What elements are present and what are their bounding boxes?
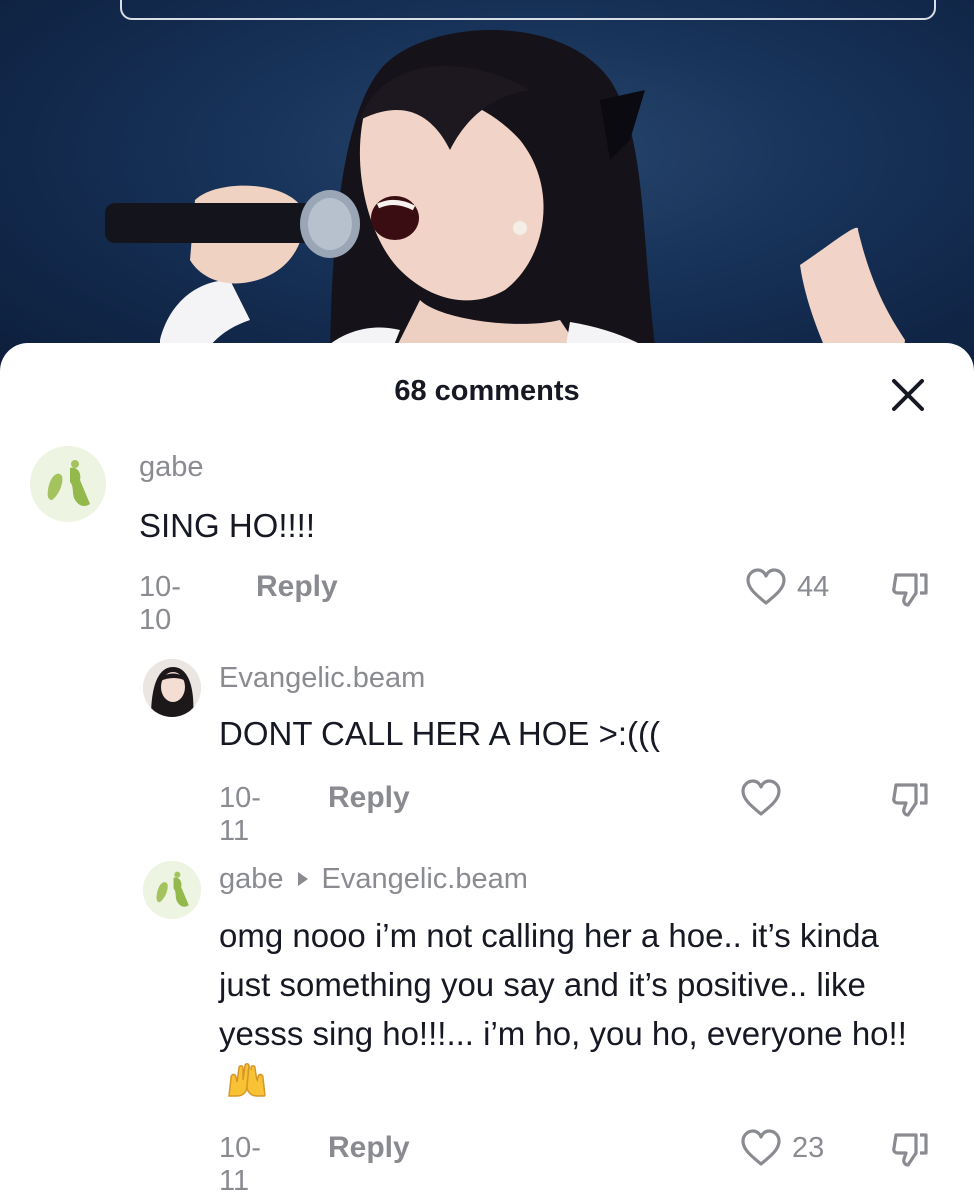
comment-date: 10-11: [219, 782, 261, 847]
avatar[interactable]: [143, 861, 201, 919]
avatar[interactable]: [143, 659, 201, 717]
reply-button[interactable]: Reply: [328, 781, 410, 815]
dislike-icon: [892, 783, 928, 817]
comment-username[interactable]: Evangelic.beam: [219, 662, 425, 695]
comment-username[interactable]: gabe: [139, 451, 204, 484]
dislike-button[interactable]: [890, 569, 930, 614]
avatar[interactable]: [30, 446, 106, 522]
raising-hands-emoji: [225, 1060, 269, 1113]
close-icon: [892, 379, 924, 411]
like-count: 23: [792, 1132, 825, 1164]
like-count: 44: [797, 571, 830, 603]
comment-text: DONT CALL HER A HOE >:(((: [219, 715, 661, 752]
dislike-icon: [892, 1133, 928, 1167]
heart-icon: [746, 568, 786, 605]
comment-text: omg nooo i’m not calling her a hoe.. it’…: [219, 917, 907, 1052]
reply-button[interactable]: Reply: [328, 1131, 410, 1165]
like-button[interactable]: [740, 779, 782, 822]
like-button[interactable]: [740, 1129, 782, 1172]
comment-date: 10-10: [139, 571, 181, 636]
dislike-button[interactable]: [890, 779, 930, 824]
comment-text: SING HO!!!!: [139, 507, 316, 544]
reply-button[interactable]: Reply: [256, 570, 338, 604]
heart-icon: [741, 1129, 781, 1166]
comment-date: 10-11: [219, 1132, 261, 1197]
like-button[interactable]: [745, 568, 787, 611]
reply-to-username[interactable]: Evangelic.beam: [322, 863, 528, 895]
reply-arrow-icon: [297, 872, 308, 887]
avatar-image: [143, 659, 201, 717]
comments-count-title: 68 comments: [394, 375, 580, 407]
avatar-image: [143, 861, 201, 919]
avatar-image: [30, 446, 106, 522]
comment-username-line: gabe Evangelic.beam: [219, 863, 528, 896]
close-button[interactable]: [886, 373, 930, 417]
video-background: [0, 0, 974, 380]
comment-username[interactable]: gabe: [219, 863, 284, 895]
comment-text-block: omg nooo i’m not calling her a hoe.. it’…: [219, 911, 919, 1113]
comments-sheet: 68 comments gabe SING HO!!!! 10-10 Reply…: [0, 343, 974, 1200]
heart-icon: [741, 779, 781, 816]
dislike-icon: [892, 573, 928, 607]
dislike-button[interactable]: [890, 1129, 930, 1174]
singer-photo: [105, 30, 905, 380]
